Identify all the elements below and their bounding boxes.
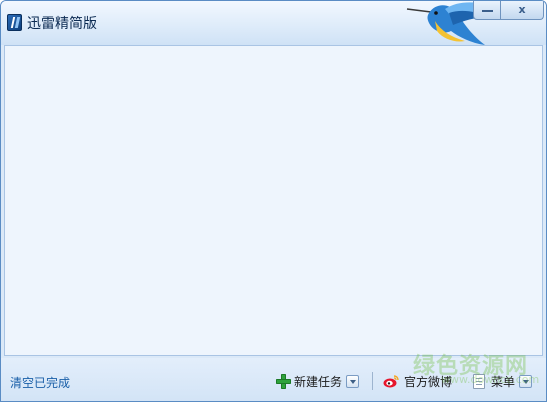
document-menu-icon [473, 373, 485, 389]
close-icon: x [518, 3, 526, 16]
new-task-dropdown-icon[interactable] [346, 374, 360, 388]
menu-button[interactable]: 菜单 [473, 372, 533, 390]
status-bar: 清空已完成 新建任务 官方微博 菜单 [1, 358, 546, 401]
menu-label: 菜单 [491, 374, 516, 389]
clear-completed-link[interactable]: 清空已完成 [10, 374, 70, 391]
new-task-label: 新建任务 [294, 374, 343, 389]
toolbar-separator [372, 372, 373, 390]
close-button[interactable]: x [500, 1, 544, 20]
new-task-button[interactable]: 新建任务 [276, 372, 360, 390]
menu-dropdown-icon[interactable] [519, 374, 533, 388]
plus-icon [276, 373, 291, 389]
app-window: 迅雷精简版 x 清空已完成 新建任务 官方微博 菜单 绿色资源网 www.dow… [0, 0, 547, 402]
official-weibo-button[interactable]: 官方微博 [383, 372, 452, 390]
window-title: 迅雷精简版 [27, 16, 97, 32]
minimize-button[interactable] [473, 1, 501, 20]
xunlei-logo-icon [7, 14, 22, 31]
official-weibo-label: 官方微博 [404, 374, 453, 389]
weibo-icon [383, 375, 399, 388]
minimize-icon [482, 10, 493, 12]
title-bar[interactable]: 迅雷精简版 x [1, 1, 546, 46]
task-list-area[interactable] [4, 45, 543, 356]
